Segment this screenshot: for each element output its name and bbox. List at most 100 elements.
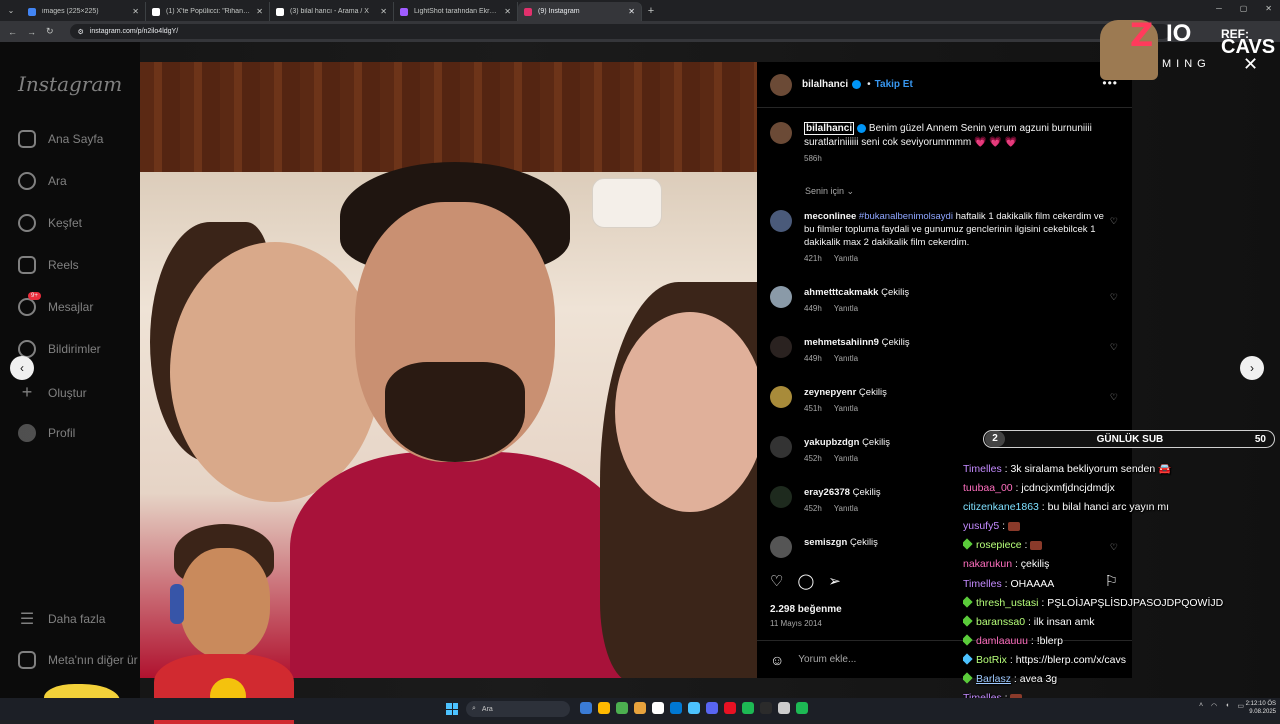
sidebar-item-meta[interactable]: Meta'nın diğer ür (18, 651, 138, 669)
reply-button[interactable]: Yanıtla (834, 454, 858, 463)
address-bar[interactable]: ⚙ instagram.com/p/n2ilo4ldgY/ (69, 24, 1170, 39)
app-icon[interactable] (760, 702, 772, 714)
chrome-icon[interactable] (616, 702, 628, 714)
like-count[interactable]: 2.298 beğenme (770, 604, 842, 615)
avatar[interactable] (770, 122, 792, 144)
sidebar-item-label: Oluştur (48, 385, 87, 400)
app-icon[interactable] (652, 702, 664, 714)
comment-username[interactable]: mehmetsahiinn9 (804, 337, 879, 348)
tab-close-icon[interactable]: ✕ (132, 7, 139, 16)
chat-message: yusufy5 : (963, 517, 1253, 536)
ceiling-lamp (592, 178, 662, 228)
edge-icon[interactable] (670, 702, 682, 714)
app-icon[interactable] (724, 702, 736, 714)
avatar[interactable] (770, 210, 792, 232)
follow-button[interactable]: Takip Et (875, 79, 913, 90)
taskbar-clock[interactable]: 2:12:10 ÖS 9.08.2025 (1246, 700, 1276, 716)
sidebar-item-profile[interactable]: Profil (18, 424, 75, 442)
reply-button[interactable]: Yanıtla (834, 254, 858, 263)
browser-tab[interactable]: (3) bilal hancı - Arama / X ✕ (270, 2, 394, 21)
comment-icon[interactable]: ◯ (797, 572, 814, 590)
comment-username[interactable]: eray26378 (804, 487, 850, 498)
spotify-icon[interactable] (742, 702, 754, 714)
share-icon[interactable]: ➢ (828, 572, 841, 590)
app-icon[interactable] (580, 702, 592, 714)
taskbar-search[interactable]: ⌕ Ara (466, 701, 570, 717)
sidebar-item-create[interactable]: + Oluştur (18, 382, 87, 403)
wifi-icon[interactable]: ◠ (1211, 702, 1217, 710)
taskbar-apps (580, 702, 808, 714)
ref-code: CAVS (1221, 36, 1276, 58)
sidebar-item-search[interactable]: Ara (18, 172, 67, 190)
reload-icon[interactable]: ↻ (46, 26, 54, 37)
avatar[interactable] (770, 486, 792, 508)
tab-close-icon[interactable]: ✕ (628, 7, 635, 16)
sidebar-item-reels[interactable]: Reels (18, 256, 79, 274)
reply-button[interactable]: Yanıtla (834, 404, 858, 413)
sidebar-item-explore[interactable]: Keşfet (18, 214, 82, 232)
comment-body: Çekiliş (849, 537, 878, 548)
reply-button[interactable]: Yanıtla (834, 504, 858, 513)
back-icon[interactable]: ← (8, 27, 17, 37)
emoji-icon[interactable]: ☺ (770, 652, 784, 668)
site-info-icon[interactable]: ⚙ (78, 28, 84, 36)
avatar[interactable] (770, 536, 792, 558)
post-username[interactable]: bilalhanci (802, 79, 848, 90)
sidebar-item-messages[interactable]: 9+ Mesajlar (18, 292, 94, 316)
browser-tab[interactable]: images (225×225) ✕ (22, 2, 146, 21)
instagram-logo[interactable]: Instagram (18, 72, 122, 96)
comments-sort-dropdown[interactable]: Senin için ⌄ (805, 186, 854, 197)
like-comment-icon[interactable]: ♡ (1110, 342, 1118, 353)
comment-username[interactable]: semiszgn (804, 537, 847, 548)
like-icon[interactable]: ♡ (770, 572, 783, 590)
start-button[interactable] (446, 703, 458, 715)
avatar[interactable] (770, 336, 792, 358)
comment-input[interactable]: Yorum ekle... (798, 654, 856, 665)
browser-tab[interactable]: (1) X'te Popülicci: "Rihanna, Lo... ✕ (146, 2, 270, 21)
app-icon[interactable] (778, 702, 790, 714)
comment-username[interactable]: meconlinee (804, 211, 856, 222)
tab-close-icon[interactable]: ✕ (504, 7, 511, 16)
next-post-button[interactable]: › (1240, 356, 1264, 380)
avatar[interactable] (770, 386, 792, 408)
app-icon[interactable] (796, 702, 808, 714)
close-window-icon[interactable]: ✕ (1265, 4, 1272, 13)
avatar[interactable] (770, 286, 792, 308)
chat-message: BotRix : https://blerp.com/x/cavs (963, 651, 1253, 670)
browser-tab-active[interactable]: (9) Instagram ✕ (518, 2, 642, 21)
comment-username[interactable]: yakupbzdgn (804, 437, 859, 448)
like-comment-icon[interactable]: ♡ (1110, 292, 1118, 303)
reply-button[interactable]: Yanıtla (834, 354, 858, 363)
maximize-icon[interactable]: ▢ (1240, 4, 1248, 13)
new-tab-button[interactable]: + (642, 5, 660, 17)
sidebar-item-more[interactable]: ☰ Daha fazla (18, 609, 106, 629)
comment-hashtag[interactable]: #bukanalbenimolsaydi (859, 211, 953, 222)
chat-user: citizenkane1863 (963, 501, 1039, 514)
avatar[interactable] (770, 73, 792, 96)
caption-username[interactable]: bilalhanci (804, 122, 855, 135)
volume-icon[interactable]: ◖ (1225, 702, 1229, 710)
tab-close-icon[interactable]: ✕ (380, 7, 387, 16)
sidebar-item-notifications[interactable]: Bildirimler (18, 340, 101, 358)
sidebar-item-label: Mesajlar (48, 300, 94, 314)
url-text: instagram.com/p/n2ilo4ldgY/ (89, 28, 179, 35)
battery-icon[interactable]: ▭ (1237, 702, 1244, 710)
previous-post-button[interactable]: ‹ (10, 356, 34, 380)
minimize-icon[interactable]: ─ (1216, 4, 1222, 13)
tab-close-icon[interactable]: ✕ (256, 7, 263, 16)
chevron-up-icon[interactable]: ˄ (1199, 702, 1203, 710)
browser-tab[interactable]: LightShot tarafından Ekran Gö... ✕ (394, 2, 518, 21)
forward-icon[interactable]: → (27, 27, 36, 37)
comment-username[interactable]: ahmetttcakmakk (804, 287, 878, 298)
discord-icon[interactable] (706, 702, 718, 714)
reply-button[interactable]: Yanıtla (834, 304, 858, 313)
files-icon[interactable] (634, 702, 646, 714)
like-comment-icon[interactable]: ♡ (1110, 216, 1118, 227)
like-comment-icon[interactable]: ♡ (1110, 392, 1118, 403)
tab-search-menu-icon[interactable]: ⌄ (0, 6, 22, 15)
avatar[interactable] (770, 436, 792, 458)
sidebar-item-home[interactable]: Ana Sayfa (18, 130, 103, 148)
folder-icon[interactable] (598, 702, 610, 714)
app-icon[interactable] (688, 702, 700, 714)
comment-username[interactable]: zeynepyenr (804, 387, 856, 398)
